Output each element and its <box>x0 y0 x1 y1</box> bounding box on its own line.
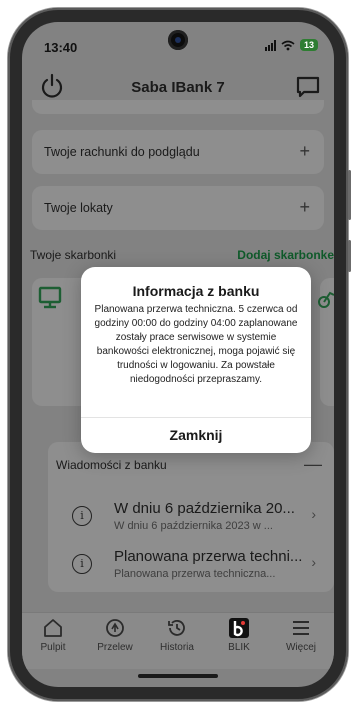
nav-label: Pulpit <box>40 642 66 653</box>
message-title: Planowana przerwa techni... <box>114 548 303 565</box>
power-side-button <box>348 240 351 272</box>
deposits-label: Twoje lokaty <box>44 201 113 215</box>
blik-icon <box>229 618 249 638</box>
battery-icon: 13 <box>299 39 318 51</box>
nav-blik[interactable]: BLIK <box>208 617 270 653</box>
deposits-card[interactable]: Twoje lokaty + <box>32 186 324 230</box>
nav-przelew[interactable]: Przelew <box>84 617 146 653</box>
info-icon: i <box>72 506 92 526</box>
info-dialog: Informacja z banku Planowana przerwa tec… <box>81 267 311 453</box>
app-title: Saba IBank 7 <box>131 79 225 96</box>
accounts-preview-card[interactable]: Twoje rachunki do podglądu + <box>32 130 324 174</box>
app-screen: 13:40 13 Saba IBank 7 Twoje rachunki do … <box>22 22 334 687</box>
chevron-right-icon: › <box>311 506 316 522</box>
transfer-icon <box>106 619 124 637</box>
collapse-messages-button[interactable]: — <box>304 454 322 475</box>
message-item[interactable]: i W dniu 6 października 20... W dniu 6 p… <box>48 492 334 540</box>
message-preview: Planowana przerwa techniczna... <box>114 568 276 580</box>
home-indicator[interactable] <box>138 674 218 678</box>
nav-label: BLIK <box>228 642 250 653</box>
volume-button <box>348 170 351 220</box>
add-accounts-preview-button[interactable]: + <box>299 141 310 162</box>
nav-label: Przelew <box>97 642 133 653</box>
status-time: 13:40 <box>44 40 78 55</box>
bike-icon <box>318 291 334 308</box>
info-icon: i <box>72 554 92 574</box>
monitor-icon <box>38 286 62 309</box>
accounts-preview-label: Twoje rachunki do podglądu <box>44 145 200 159</box>
nav-wiecej[interactable]: Więcej <box>270 617 332 653</box>
nav-historia[interactable]: Historia <box>146 617 208 653</box>
status-bar: 13:40 13 <box>22 22 334 62</box>
history-icon <box>168 620 185 636</box>
add-savings-link[interactable]: Dodaj skarbonke <box>237 248 334 262</box>
bottom-navigation: Pulpit Przelew Historia BLIK Więcej <box>22 612 334 669</box>
close-dialog-button[interactable]: Zamknij <box>81 421 311 449</box>
signal-icon <box>264 39 276 51</box>
savings-card-next[interactable] <box>318 278 334 406</box>
messages-chat-icon[interactable] <box>294 72 322 100</box>
add-deposit-button[interactable]: + <box>299 197 310 218</box>
menu-icon <box>293 621 309 635</box>
message-title: W dniu 6 października 20... <box>114 500 295 517</box>
home-icon <box>44 619 62 637</box>
savings-label: Twoje skarbonki <box>30 248 117 262</box>
previous-card-edge <box>32 100 324 114</box>
dialog-title: Informacja z banku <box>132 283 260 299</box>
nav-label: Historia <box>160 642 194 653</box>
wifi-icon <box>281 40 295 50</box>
dialog-divider <box>81 417 311 418</box>
status-icons: 13 <box>264 39 318 51</box>
dialog-message: Planowana przerwa techniczna. 5 czerwca … <box>94 304 298 385</box>
message-item[interactable]: i Planowana przerwa techni... Planowana … <box>48 540 334 588</box>
bank-messages-panel: Wiadomości z banku — i W dniu 6 paździer… <box>48 442 334 592</box>
message-preview: W dniu 6 października 2023 w ... <box>114 520 273 532</box>
bank-messages-title: Wiadomości z banku <box>56 458 167 472</box>
nav-label: Więcej <box>285 642 316 653</box>
chevron-right-icon: › <box>311 554 316 570</box>
savings-section-header: Twoje skarbonki Dodaj skarbonke <box>30 246 334 266</box>
nav-pulpit[interactable]: Pulpit <box>22 617 84 653</box>
